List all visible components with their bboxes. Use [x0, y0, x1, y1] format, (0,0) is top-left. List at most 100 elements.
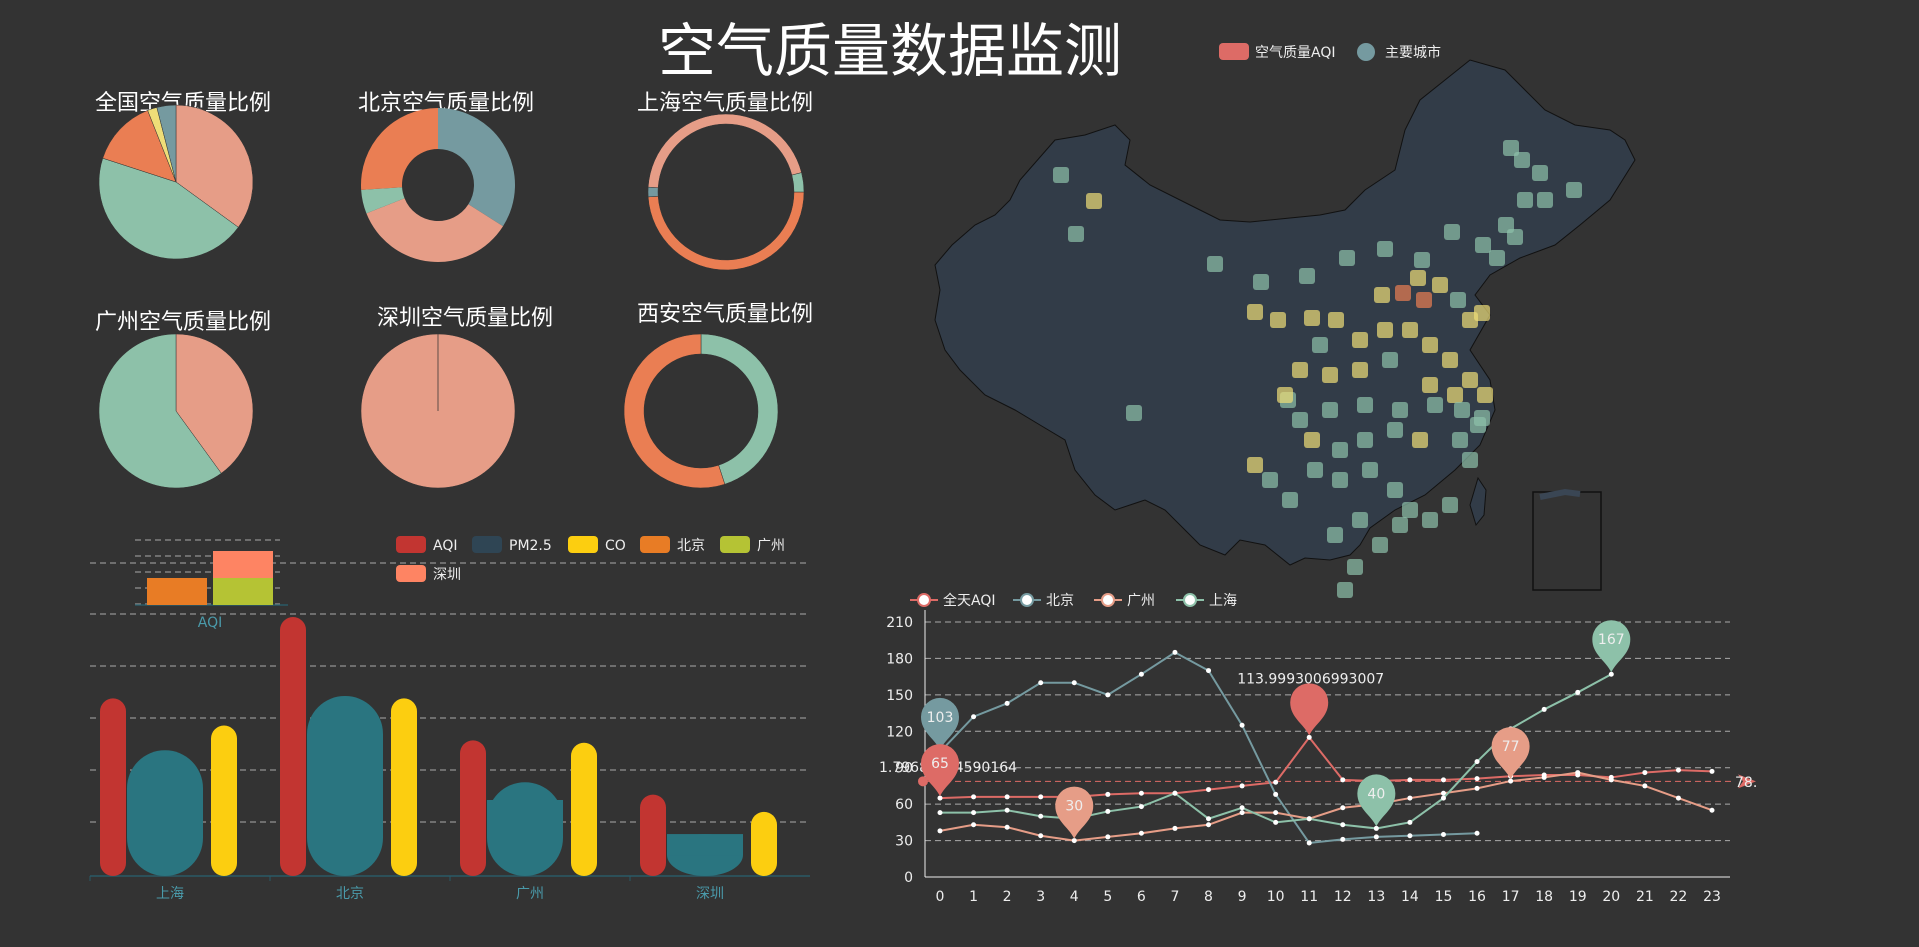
line-series-3-point-3 — [1038, 813, 1044, 819]
line-x-tick-16: 16 — [1468, 889, 1486, 905]
line-x-tick-20: 20 — [1602, 889, 1620, 905]
line-series-3-point-16 — [1474, 759, 1480, 765]
line-series-2-point-4 — [1071, 838, 1077, 844]
line-y-tick-6: 180 — [886, 651, 913, 667]
line-series-0-point-10 — [1273, 779, 1279, 785]
line-series-0-point-9 — [1239, 783, 1245, 789]
line-series-3-point-10 — [1273, 819, 1279, 825]
line-series-0-point-16 — [1474, 776, 1480, 782]
line-legend-dot-0 — [917, 593, 931, 607]
line-x-tick-7: 7 — [1170, 889, 1179, 905]
line-marker-label-0: 103 — [927, 710, 954, 726]
line-x-tick-19: 19 — [1569, 889, 1587, 905]
line-x-tick-21: 21 — [1636, 889, 1654, 905]
avg-line-right-label: 78. — [1735, 775, 1757, 791]
line-series-2-point-10 — [1273, 810, 1279, 816]
line-marker-label-3: 30 — [1065, 799, 1083, 815]
line-x-tick-23: 23 — [1703, 889, 1721, 905]
line-x-tick-12: 12 — [1334, 889, 1352, 905]
line-legend-dot-2 — [1101, 593, 1115, 607]
line-series-2-point-22 — [1675, 795, 1681, 801]
line-legend-label-2: 广州 — [1127, 593, 1155, 609]
line-series-1-point-9 — [1239, 722, 1245, 728]
line-series-2-point-19 — [1575, 770, 1581, 776]
line-series-2-point-17 — [1508, 778, 1514, 784]
line-x-tick-3: 3 — [1036, 889, 1045, 905]
line-y-tick-4: 120 — [886, 724, 913, 740]
line-series-2-point-0 — [937, 828, 943, 834]
line-series-3-point-6 — [1138, 804, 1144, 810]
line-series-0-point-11 — [1306, 734, 1312, 740]
line-series-2-point-12 — [1340, 805, 1346, 811]
line-series-1-point-11 — [1306, 840, 1312, 846]
line-series-2-point-20 — [1608, 777, 1614, 783]
line-y-tick-5: 150 — [886, 688, 913, 704]
line-series-2-point-7 — [1172, 825, 1178, 831]
line-series-2-point-1 — [971, 822, 977, 828]
line-series-3-point-9 — [1239, 805, 1245, 811]
line-y-tick-7: 210 — [886, 615, 913, 631]
line-series-1-point-5 — [1105, 692, 1111, 698]
line-series-2-point-8 — [1206, 822, 1212, 828]
line-x-tick-10: 10 — [1267, 889, 1285, 905]
line-series-0-point-12 — [1340, 777, 1346, 783]
line-x-tick-14: 14 — [1401, 889, 1419, 905]
line-x-tick-0: 0 — [936, 889, 945, 905]
line-series-3-point-2 — [1004, 807, 1010, 813]
line-x-tick-1: 1 — [969, 889, 978, 905]
line-series-2-point-5 — [1105, 834, 1111, 840]
line-series-1-point-6 — [1138, 671, 1144, 677]
line-x-tick-11: 11 — [1300, 889, 1318, 905]
line-series-1-point-14 — [1407, 833, 1413, 839]
line-series-3-point-11 — [1306, 816, 1312, 822]
line-series-0-point-15 — [1440, 777, 1446, 783]
line-marker-pin-1 — [1290, 683, 1329, 736]
line-legend-dot-3 — [1183, 593, 1197, 607]
line-y-tick-1: 30 — [895, 834, 913, 850]
line-series-0-point-22 — [1675, 767, 1681, 773]
line-legend-label-1: 北京 — [1046, 593, 1074, 609]
line-series-2-point-9 — [1239, 810, 1245, 816]
line-series-0-point-3 — [1038, 794, 1044, 800]
line-legend-label-0: 全天AQI — [943, 592, 995, 609]
line-series-2-point-23 — [1709, 807, 1715, 813]
line-series-3-point-13 — [1373, 825, 1379, 831]
line-x-tick-8: 8 — [1204, 889, 1213, 905]
line-series-3-point-12 — [1340, 822, 1346, 828]
line-marker-label-6: 167 — [1598, 632, 1625, 648]
line-series-0-point-5 — [1105, 791, 1111, 797]
line-series-1-point-12 — [1340, 836, 1346, 842]
line-marker-label-4: 40 — [1367, 786, 1385, 802]
line-series-3-point-15 — [1440, 795, 1446, 801]
line-series-1-point-4 — [1071, 680, 1077, 686]
line-series-2-point-6 — [1138, 830, 1144, 836]
line-series-3-point-19 — [1575, 689, 1581, 695]
line-series-3-point-8 — [1206, 816, 1212, 822]
line-x-tick-6: 6 — [1137, 889, 1146, 905]
line-series-2-point-14 — [1407, 795, 1413, 801]
line-series-1-point-13 — [1373, 834, 1379, 840]
line-series-1 — [939, 651, 1478, 845]
line-series-1-point-16 — [1474, 830, 1480, 836]
line-x-tick-17: 17 — [1502, 889, 1520, 905]
line-y-tick-2: 60 — [895, 797, 913, 813]
line-x-tick-18: 18 — [1535, 889, 1553, 905]
line-series-2-point-3 — [1038, 833, 1044, 839]
line-series-3-point-7 — [1172, 790, 1178, 796]
line-x-tick-9: 9 — [1238, 889, 1247, 905]
line-series-3-point-14 — [1407, 819, 1413, 825]
line-x-tick-15: 15 — [1435, 889, 1453, 905]
line-series-2-point-18 — [1541, 774, 1547, 780]
line-series-3-point-0 — [937, 810, 943, 816]
line-series-2-point-2 — [1004, 824, 1010, 830]
line-x-tick-2: 2 — [1003, 889, 1012, 905]
line-series-1-point-1 — [971, 714, 977, 720]
line-series-1-point-3 — [1038, 680, 1044, 686]
line-series-1-point-15 — [1440, 832, 1446, 837]
line-series-0-point-0 — [937, 795, 943, 801]
line-series-1-point-7 — [1172, 649, 1178, 655]
line-series-0-point-21 — [1642, 770, 1648, 776]
line-series-3-point-1 — [971, 810, 977, 816]
line-x-tick-5: 5 — [1103, 889, 1112, 905]
line-series-3-point-5 — [1105, 808, 1111, 814]
